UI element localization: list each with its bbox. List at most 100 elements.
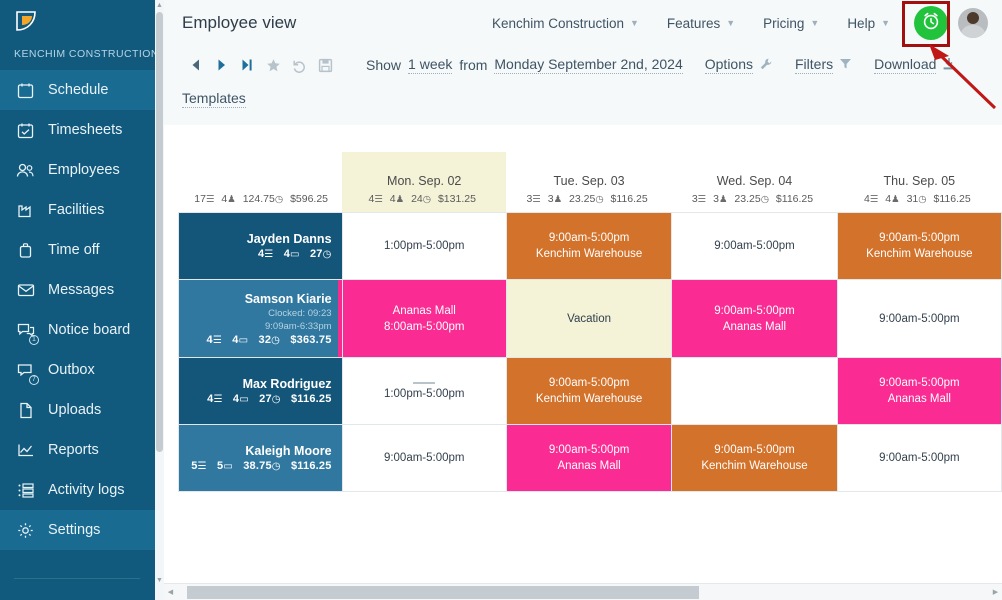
day-date-label: Tue. Sep. 03	[553, 174, 625, 188]
sidebar-item-employees[interactable]: Employees	[0, 150, 164, 190]
prev-arrow-icon[interactable]	[182, 52, 208, 78]
skip-to-end-icon[interactable]	[234, 52, 260, 78]
clock-icon: ◷	[760, 194, 769, 205]
horizontal-scrollbar-track[interactable]	[177, 585, 989, 600]
from-date-picker[interactable]: Monday September 2nd, 2024	[494, 56, 683, 74]
sidebar-item-messages[interactable]: Messages	[0, 270, 164, 310]
shift-cell[interactable]: 9:00am-5:00pm Kenchim Warehouse	[505, 357, 673, 425]
avatar-body	[960, 25, 986, 38]
templates-button[interactable]: Templates	[182, 90, 246, 108]
options-button[interactable]: Options	[704, 56, 773, 74]
day-cost: $116.25	[610, 193, 648, 205]
employee-name-cell[interactable]: Samson Kiarie Clocked: 09:23 9:09am-6:33…	[178, 279, 343, 358]
sidebar-item-notice-board[interactable]: 1 Notice board	[0, 310, 164, 350]
range-select[interactable]: 1 week	[408, 56, 453, 74]
shift-cell[interactable]: 9:00am-5:00pm Ananas Mall	[671, 279, 838, 358]
save-icon[interactable]	[312, 52, 338, 78]
row-cost: $116.25	[290, 460, 332, 472]
sidebar-item-reports[interactable]: Reports	[0, 430, 164, 470]
shifts-icon: ☰	[213, 394, 223, 405]
filters-button[interactable]: Filters	[795, 56, 852, 74]
shift-cell[interactable]: 9:00am-5:00pm	[836, 279, 1002, 358]
day-header-cell[interactable]: Tue. Sep. 03 3☰ 3♟ 23.25◷ $116.25	[506, 152, 671, 213]
shifts-icon: ☰	[532, 194, 541, 205]
shift-cell[interactable]: 9:00am-5:00pm	[836, 424, 1002, 492]
employee-name-cell[interactable]: Kaleigh Moore 5☰ 5▭ 38.75◷ $116.25	[178, 424, 343, 492]
page-title: Employee view	[182, 13, 297, 32]
employee-name: Kaleigh Moore	[245, 444, 332, 458]
sidebar-item-label: Outbox	[48, 362, 95, 378]
total-shifts: 17	[194, 193, 206, 205]
top-header: Employee view Kenchim Construction ▼ Fea…	[164, 0, 1002, 46]
sidebar-item-activity-logs[interactable]: Activity logs	[0, 470, 164, 510]
horizontal-scrollbar[interactable]: ◀ ▶	[164, 583, 1002, 600]
shift-cell[interactable]: 9:00am-5:00pm	[341, 424, 507, 492]
undo-icon[interactable]	[286, 52, 312, 78]
filters-label: Filters	[795, 56, 834, 74]
employee-name-cell[interactable]: Max Rodriguez 4☰ 4▭ 27◷ $116.25	[178, 357, 343, 425]
sidebar-item-timesheets[interactable]: Timesheets	[0, 110, 164, 150]
shift-cell[interactable]	[671, 357, 838, 425]
schedule-toolbar: Show 1 week from Monday September 2nd, 2…	[164, 46, 1002, 125]
shift-cell[interactable]: 9:00am-5:00pm Kenchim Warehouse	[505, 212, 673, 280]
scroll-right-arrow-icon[interactable]: ▶	[989, 588, 1002, 596]
next-arrow-icon[interactable]	[208, 52, 234, 78]
scroll-left-arrow-icon[interactable]: ◀	[164, 588, 177, 596]
row-hours: 38.75	[243, 460, 272, 472]
scroll-up-arrow-icon[interactable]: ▲	[156, 2, 163, 11]
range-controls: Show 1 week from Monday September 2nd, 2…	[366, 56, 683, 74]
day-cost: $116.25	[775, 193, 814, 205]
days-icon: ▭	[290, 249, 300, 260]
shift-cell[interactable]: 9:00am-5:00pm Kenchim Warehouse	[671, 424, 838, 492]
sidebar-org-name: KENCHIM CONSTRUCTION	[14, 48, 159, 60]
scroll-down-arrow-icon[interactable]: ▼	[156, 577, 163, 586]
shift-cell[interactable]: 9:00am-5:00pm Ananas Mall	[505, 424, 673, 492]
shift-time: 8:00am-5:00pm	[383, 320, 465, 333]
shift-cell[interactable]: 9:00am-5:00pm	[671, 212, 838, 280]
sidebar-item-schedule[interactable]: Schedule	[0, 70, 164, 110]
day-header-cell[interactable]: Mon. Sep. 02 4☰ 4♟ 24◷ $131.25	[342, 152, 507, 213]
shift-cell[interactable]: 1:00pm-5:00pm	[341, 212, 507, 280]
nav-item-features[interactable]: Features ▼	[653, 16, 749, 31]
sidebar-item-label: Uploads	[48, 402, 102, 418]
row-hours: 27	[259, 393, 272, 405]
notice-board-badge: 1	[29, 335, 39, 345]
leaf-logo-icon[interactable]	[0, 0, 164, 40]
nav-item-pricing[interactable]: Pricing ▼	[749, 16, 833, 31]
shift-cell[interactable]: 9:00am-5:00pm Ananas Mall	[836, 357, 1002, 425]
day-header-cell[interactable]: Thu. Sep. 05 4☰ 4♟ 31◷ $116.25	[837, 152, 1001, 213]
horizontal-scrollbar-thumb[interactable]	[187, 585, 699, 599]
sidebar-item-facilities[interactable]: Facilities	[0, 190, 164, 230]
shift-time: 9:00am-5:00pm	[714, 240, 795, 252]
nav-item-company[interactable]: Kenchim Construction ▼	[478, 16, 653, 31]
shift-time: 9:00am-5:00pm	[714, 304, 795, 317]
sidebar-item-time-off[interactable]: Time off	[0, 230, 164, 270]
days-icon: ▭	[239, 394, 249, 405]
sidebar-item-settings[interactable]: Settings	[0, 510, 164, 550]
shift-location: Kenchim Warehouse	[701, 460, 808, 472]
shift-cell[interactable]: Vacation	[505, 279, 673, 358]
clock-in-button[interactable]	[914, 6, 948, 40]
shift-time: 9:00am-5:00pm	[879, 312, 960, 325]
day-header-cell[interactable]: Wed. Sep. 04 3☰ 3♟ 23.25◷ $116.25	[672, 152, 837, 213]
sidebar: KENCHIM CONSTRUCTION Schedule Timesheets…	[0, 0, 164, 600]
sidebar-item-outbox[interactable]: 7 Outbox	[0, 350, 164, 390]
avatar[interactable]	[958, 8, 988, 38]
nav-item-help[interactable]: Help ▼	[833, 16, 904, 31]
sidebar-scrollbar[interactable]: ▲ ▼	[155, 0, 164, 600]
shift-cell[interactable]: Ananas Mall 8:00am-5:00pm	[341, 279, 507, 358]
shift-location: Kenchim Warehouse	[866, 248, 973, 260]
shifts-icon: ☰	[197, 461, 207, 472]
clocked-status: Clocked: 09:23	[268, 307, 332, 319]
outbox-badge: 7	[29, 375, 39, 385]
sidebar-scrollbar-thumb[interactable]	[156, 12, 163, 452]
shift-cell[interactable]: 1:00pm-5:00pm	[341, 357, 507, 425]
sidebar-item-uploads[interactable]: Uploads	[0, 390, 164, 430]
schedule-body: Jayden Danns 4☰ 4▭ 27◷ 1:00pm-5:00pm 9:0…	[178, 212, 1002, 492]
shift-cell[interactable]: 9:00am-5:00pm Kenchim Warehouse	[836, 212, 1002, 280]
download-button[interactable]: Download	[874, 56, 956, 74]
person-icon: ♟	[891, 194, 900, 205]
employee-name-cell[interactable]: Jayden Danns 4☰ 4▭ 27◷	[178, 212, 343, 280]
download-icon	[942, 57, 956, 74]
star-icon[interactable]	[260, 52, 286, 78]
